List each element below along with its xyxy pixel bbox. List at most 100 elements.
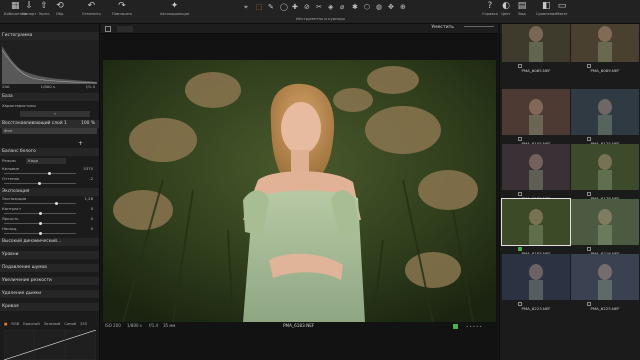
toolbar-help-button[interactable]: ? Справка — [482, 1, 498, 17]
thumbnail[interactable] — [502, 144, 570, 190]
toolbar-proof-button[interactable]: ◐ Цвет — [500, 1, 512, 17]
cursor-tool-4-icon[interactable]: ◯ — [280, 3, 288, 11]
cursor-tool-9-icon[interactable]: ⌀ — [340, 3, 344, 11]
toolbar-export-button[interactable]: ⇧ Экспо — [38, 1, 50, 17]
rating-stars[interactable]: ••••• — [466, 324, 494, 329]
tool-section-header[interactable]: Кривая — [0, 303, 99, 311]
cursor-tool-12-icon[interactable]: ◍ — [376, 3, 382, 11]
thumbnail[interactable] — [501, 198, 571, 246]
hist-iso: 200 — [2, 84, 10, 89]
slider-value[interactable]: 0 — [91, 226, 93, 231]
toolbar-import-button[interactable]: ⇩ Импорт — [22, 1, 36, 17]
thumbnail[interactable] — [571, 24, 639, 62]
slider-value[interactable]: -2 — [89, 176, 93, 181]
toolbar-label: Повторить — [112, 12, 133, 16]
thumbnail[interactable] — [571, 199, 639, 245]
viewer-filename: PMA_6183.NEF — [283, 323, 315, 328]
tool-section-header[interactable]: Увеличение резкости — [0, 277, 99, 285]
meta-focal: 35 мм — [163, 323, 176, 328]
slider-value[interactable]: 1,28 — [85, 196, 93, 201]
tool-section-header[interactable]: Высокий динамический... — [0, 238, 99, 246]
base-characteristics[interactable]: Характеристики — [0, 103, 99, 109]
cursor-tool-11-icon[interactable]: ⬡ — [364, 3, 370, 11]
cursor-tool-1-icon[interactable]: ⌖ — [244, 3, 248, 12]
tool-section-header[interactable]: Уровни — [0, 251, 99, 259]
view-selector[interactable] — [117, 26, 133, 32]
cursor-tool-6-icon[interactable]: ⊘ — [304, 3, 310, 11]
slider-handle[interactable] — [39, 212, 42, 215]
base-header[interactable]: База — [0, 93, 99, 101]
channel-rgb[interactable]: RGB — [11, 320, 19, 328]
zoom-slider[interactable] — [464, 26, 494, 32]
cursor-tool-14-icon[interactable]: ⊕ — [400, 3, 406, 11]
histogram-header[interactable]: Гистограмма — [0, 32, 99, 40]
toolbar-grid-view-button[interactable]: ▤ Вид — [516, 1, 528, 17]
toolbar-undo-button[interactable]: ↶ Отменить — [82, 1, 101, 17]
toolbar-sync-button[interactable]: ⟲ Обр. — [54, 1, 66, 17]
thumbnail[interactable] — [502, 89, 570, 135]
import-icon: ⇩ — [25, 1, 33, 11]
main-photo[interactable] — [103, 60, 496, 322]
tool-section-header[interactable]: Удаление дымки — [0, 290, 99, 298]
tool-section-header[interactable]: Подавление шумов — [0, 264, 99, 272]
cursor-tool-5-icon[interactable]: ✚ — [292, 3, 298, 11]
channel-green[interactable]: Зеленый — [44, 320, 61, 328]
thumbnail[interactable] — [502, 254, 570, 300]
toolbar-label: Экспо — [38, 12, 50, 16]
toolbar-label: Цвет — [501, 12, 511, 16]
toolbar-label: Макет — [556, 12, 568, 16]
wb-header[interactable]: Баланс белого — [0, 148, 99, 156]
cursor-tool-2-icon[interactable]: ⬚ — [256, 3, 263, 11]
thumbnail[interactable] — [571, 254, 639, 300]
slider-handle[interactable] — [54, 202, 58, 205]
wb-mode-select[interactable]: Кадр — [26, 158, 66, 164]
color-tag-icon[interactable] — [453, 324, 458, 329]
viewer-info: ISO 200 1/800 s f/1.4 35 мм PMA_6183.NEF… — [101, 322, 498, 332]
curve-graph[interactable] — [4, 330, 96, 360]
layers-header[interactable]: Восстанавливающий слой 1 100 % — [0, 120, 99, 128]
toolbar-auto-button[interactable]: ✦ Автокоррекция — [160, 1, 189, 17]
viewer-mode-icon[interactable] — [105, 26, 111, 32]
slider-handle[interactable] — [38, 182, 42, 185]
compare-icon: ◧ — [542, 1, 551, 11]
slider-handle[interactable] — [39, 232, 42, 235]
thumbnail-filename: PMA_6065.NEF — [521, 68, 551, 73]
slider-value[interactable]: 0 — [91, 206, 93, 211]
browser-panel: 1 из 16 PMA_6065.NEFPMA_6069.NEFPMA_6105… — [499, 24, 640, 360]
cursor-tool-10-icon[interactable]: ✱ — [352, 3, 358, 11]
add-layer-icon[interactable]: + — [78, 140, 83, 147]
slider-value[interactable]: 0 — [91, 216, 93, 221]
cursor-tool-7-icon[interactable]: ✂ — [316, 3, 322, 11]
tools-group-label: Инструменты и курсоры — [296, 16, 345, 21]
thumbnail[interactable] — [571, 144, 639, 190]
toolbar-compare-button[interactable]: ◧ Сравнение — [536, 1, 557, 17]
thumbnail-image — [529, 99, 543, 135]
slider-value[interactable]: 5375 — [83, 166, 93, 171]
tool-section-title: Кривая — [2, 304, 19, 309]
base-dropdown[interactable]: ▾ — [20, 111, 90, 117]
toolbar-label: Вид — [518, 12, 526, 16]
channel-red[interactable]: Красный — [23, 320, 40, 328]
toolbar-layout-button[interactable]: ▭ Макет — [556, 1, 568, 17]
channel-rgb-icon[interactable]: ■ — [4, 320, 7, 328]
cursor-tool-3-icon[interactable]: ✎ — [268, 3, 274, 11]
slider-handle[interactable] — [47, 172, 51, 175]
cursor-tool-13-icon[interactable]: ✥ — [388, 3, 394, 11]
channel-blue[interactable]: Синий — [64, 320, 76, 328]
cursor-tool-8-icon[interactable]: ◈ — [328, 3, 333, 11]
thumbnail[interactable] — [571, 89, 639, 135]
layer-item-background[interactable]: Фон — [2, 128, 97, 134]
thumbnail-image — [598, 209, 612, 245]
meta-shutter: 1/800 s — [127, 323, 142, 328]
slider-track[interactable] — [4, 173, 76, 174]
slider-handle[interactable] — [39, 222, 42, 225]
hist-shutter: 1/800 s — [40, 84, 56, 89]
thumbnail-filename: PMA_6225.NEF — [590, 306, 620, 311]
thumbnail[interactable] — [502, 24, 570, 62]
zoom-label[interactable]: Уместить — [431, 25, 454, 30]
slider-track[interactable] — [4, 203, 76, 204]
exposure-header[interactable]: Экспозиция — [0, 188, 99, 196]
viewer-bar: Уместить — [101, 24, 498, 34]
meta-aperture: f/1.4 — [149, 323, 159, 328]
toolbar-redo-button[interactable]: ↷ Повторить — [112, 1, 132, 17]
